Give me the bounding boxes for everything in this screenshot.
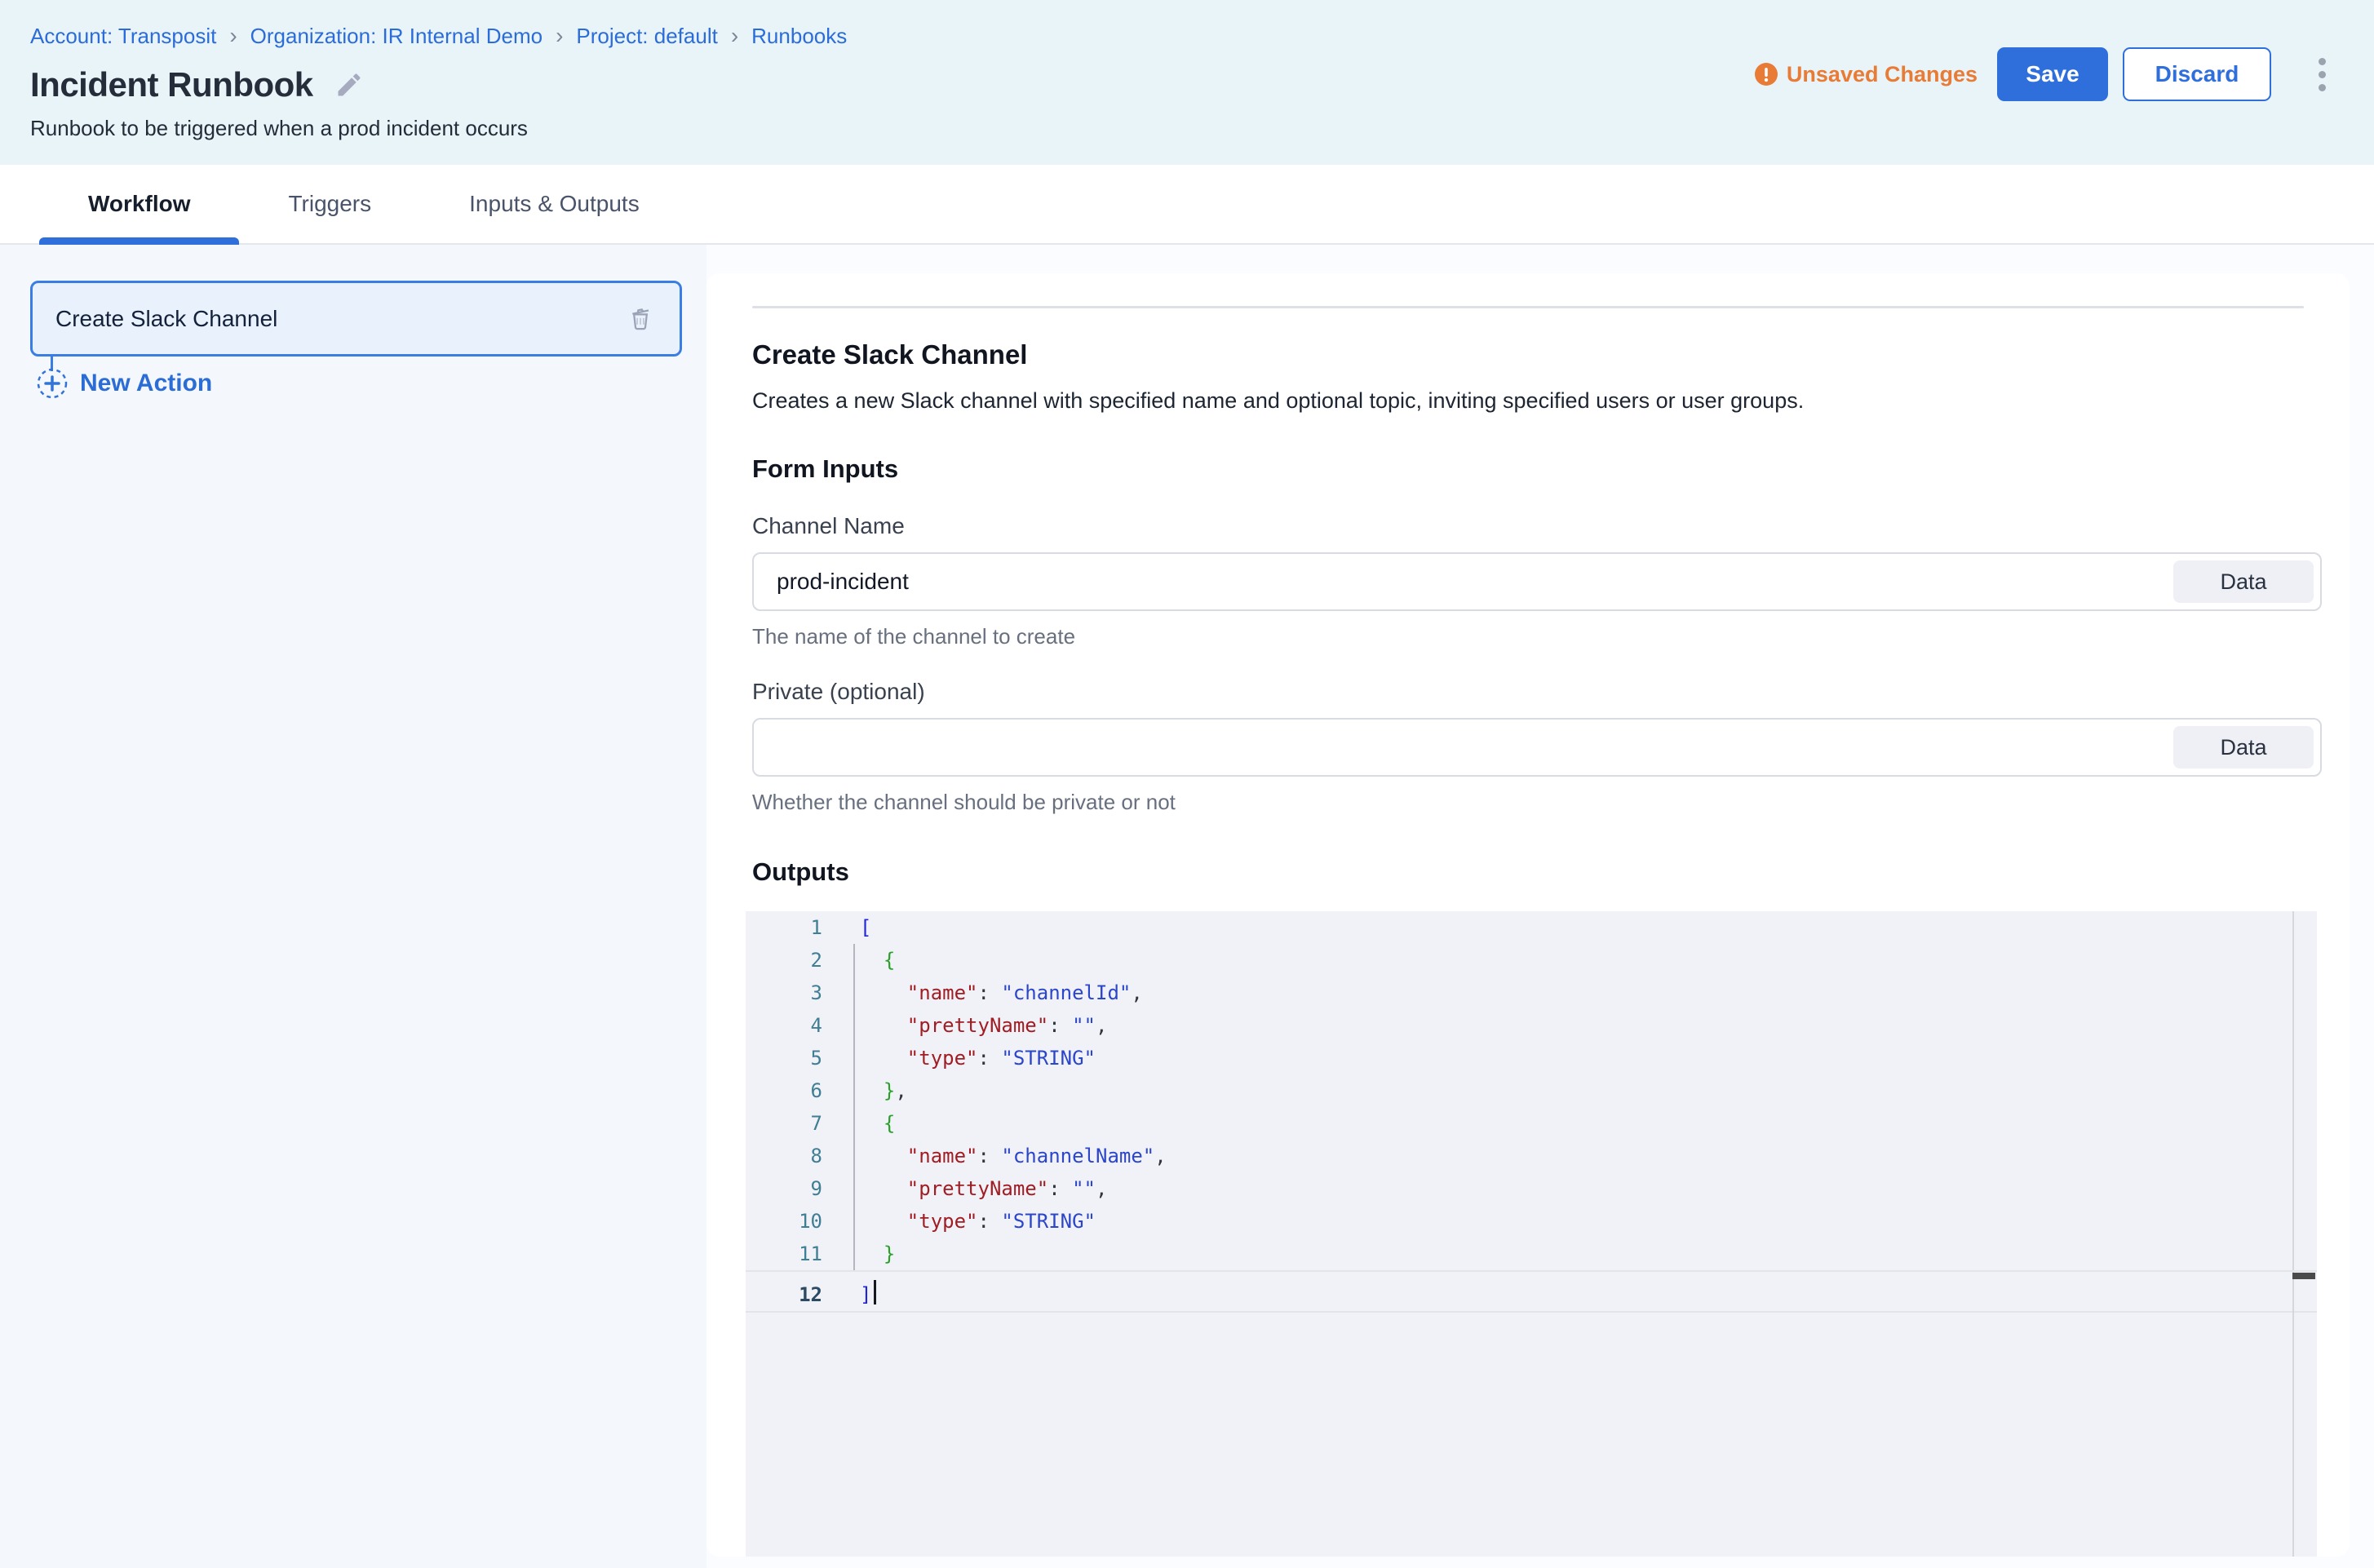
breadcrumb-link[interactable]: Runbooks xyxy=(751,24,847,49)
channel-name-data-button[interactable]: Data xyxy=(2173,560,2314,603)
editor-line-number: 2 xyxy=(746,944,853,977)
editor-line: 11 } xyxy=(746,1238,2317,1270)
editor-line-content: "prettyName": "", xyxy=(853,1172,1107,1205)
workflow-action-card[interactable]: Create Slack Channel xyxy=(30,281,682,357)
breadcrumb-separator: › xyxy=(731,24,738,47)
editor-line-number: 6 xyxy=(746,1074,853,1107)
editor-line-number: 12 xyxy=(746,1278,853,1311)
editor-line: 1[ xyxy=(746,911,2317,944)
editor-line: 9 "prettyName": "", xyxy=(746,1172,2317,1205)
editor-line-number: 3 xyxy=(746,977,853,1009)
detail-top-divider xyxy=(752,306,2304,308)
channel-name-input[interactable] xyxy=(752,552,2322,611)
editor-line: 10 "type": "STRING" xyxy=(746,1205,2317,1238)
channel-name-label: Channel Name xyxy=(752,513,2322,539)
editor-scrollbar-thumb[interactable] xyxy=(2292,1273,2315,1279)
private-label: Private (optional) xyxy=(752,679,2322,705)
editor-line-content: [ xyxy=(853,911,871,944)
trash-icon xyxy=(625,303,656,334)
editor-line: 5 "type": "STRING" xyxy=(746,1042,2317,1074)
breadcrumb-link[interactable]: Organization: IR Internal Demo xyxy=(250,24,543,49)
editor-line-content: ] xyxy=(853,1278,876,1311)
plus-circle-icon xyxy=(36,367,69,400)
action-card-title: Create Slack Channel xyxy=(55,306,624,332)
editor-line-number: 9 xyxy=(746,1172,853,1205)
editor-line: 3 "name": "channelId", xyxy=(746,977,2317,1009)
breadcrumb-link[interactable]: Project: default xyxy=(576,24,717,49)
content-area: Create Slack Channel New Action xyxy=(0,245,2374,1568)
tab-bar: WorkflowTriggersInputs & Outputs xyxy=(0,165,2374,245)
editor-line-content: } xyxy=(853,1238,895,1270)
editor-line-number: 4 xyxy=(746,1009,853,1042)
unsaved-changes-label: Unsaved Changes xyxy=(1787,62,1978,87)
private-input[interactable] xyxy=(752,718,2322,777)
editor-line-content: "name": "channelName", xyxy=(853,1140,1167,1172)
more-menu-icon[interactable] xyxy=(2305,47,2338,101)
outputs-heading: Outputs xyxy=(752,857,2322,887)
breadcrumb-link[interactable]: Account: Transposit xyxy=(30,24,216,49)
page-subtitle: Runbook to be triggered when a prod inci… xyxy=(30,116,2374,141)
private-data-button[interactable]: Data xyxy=(2173,726,2314,768)
editor-line-number: 10 xyxy=(746,1205,853,1238)
detail-title: Create Slack Channel xyxy=(752,339,2322,370)
discard-button[interactable]: Discard xyxy=(2123,47,2271,101)
editor-line-number: 7 xyxy=(746,1107,853,1140)
editor-line-number: 8 xyxy=(746,1140,853,1172)
editor-indent-guide xyxy=(853,944,855,1270)
edit-pencil-icon[interactable] xyxy=(334,70,364,100)
outputs-code-editor[interactable]: 1[2 {3 "name": "channelId",4 "prettyName… xyxy=(746,911,2317,1557)
tab-triggers[interactable]: Triggers xyxy=(239,165,420,243)
unsaved-changes-indicator: Unsaved Changes xyxy=(1754,62,1978,87)
editor-line-content: "type": "STRING" xyxy=(853,1042,1096,1074)
save-button[interactable]: Save xyxy=(1997,47,2108,101)
editor-line-content: "name": "channelId", xyxy=(853,977,1143,1009)
breadcrumb: Account: Transposit › Organization: IR Int… xyxy=(30,21,2374,51)
editor-line-number: 11 xyxy=(746,1238,853,1270)
workflow-panel: Create Slack Channel New Action xyxy=(0,245,706,1568)
page-title: Incident Runbook xyxy=(30,65,313,104)
editor-caret xyxy=(874,1280,876,1304)
tab-workflow[interactable]: Workflow xyxy=(39,165,239,243)
tab-inputs-outputs[interactable]: Inputs & Outputs xyxy=(420,165,689,243)
breadcrumb-separator: › xyxy=(229,24,237,47)
new-action-label: New Action xyxy=(80,370,212,397)
editor-line: 6 }, xyxy=(746,1074,2317,1107)
form-inputs-heading: Form Inputs xyxy=(752,454,2322,484)
editor-line: 8 "name": "channelName", xyxy=(746,1140,2317,1172)
editor-line-content: { xyxy=(853,944,895,977)
editor-hscrollbar xyxy=(746,1270,2317,1278)
channel-name-helper: The name of the channel to create xyxy=(752,624,2322,649)
new-action-button[interactable]: New Action xyxy=(36,367,212,400)
private-helper: Whether the channel should be private or… xyxy=(752,790,2322,815)
editor-line-number: 5 xyxy=(746,1042,853,1074)
editor-line: 12] xyxy=(746,1278,2317,1311)
action-detail-card: Create Slack Channel Creates a new Slack… xyxy=(706,273,2350,1557)
editor-line-number: 1 xyxy=(746,911,853,944)
editor-line-content: "prettyName": "", xyxy=(853,1009,1107,1042)
editor-line-content: { xyxy=(853,1107,895,1140)
editor-line-content: "type": "STRING" xyxy=(853,1205,1096,1238)
editor-active-line-border xyxy=(746,1311,2317,1313)
editor-line: 2 { xyxy=(746,944,2317,977)
editor-line-content: }, xyxy=(853,1074,907,1107)
editor-scrollbar-track xyxy=(2292,911,2294,1557)
warning-icon xyxy=(1754,62,1778,86)
detail-description: Creates a new Slack channel with specifi… xyxy=(752,388,2322,414)
delete-action-button[interactable] xyxy=(624,301,657,337)
editor-line: 4 "prettyName": "", xyxy=(746,1009,2317,1042)
breadcrumb-separator: › xyxy=(556,24,563,47)
page-header: Account: Transposit › Organization: IR Int… xyxy=(0,0,2374,165)
editor-line: 7 { xyxy=(746,1107,2317,1140)
app-window: Account: Transposit › Organization: IR Int… xyxy=(0,0,2374,1568)
